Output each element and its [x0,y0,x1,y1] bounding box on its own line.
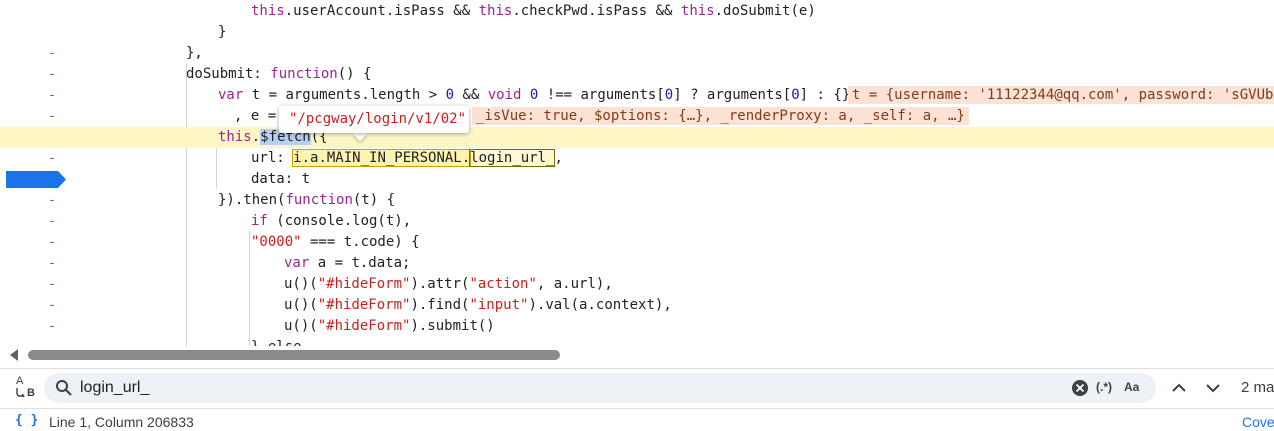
horizontal-scrollbar[interactable] [0,346,1274,364]
paused-code-line[interactable]: - this.$fetch({ [0,127,1274,229]
coverage-link[interactable]: Cove [1242,414,1274,430]
replace-arrow-icon [16,388,25,397]
code-line[interactable]: - }, [0,43,1274,103]
code-line[interactable]: } else [0,337,1274,346]
code-editor[interactable]: - this.userAccount.isPass && this.checkP… [0,0,1274,346]
code-line[interactable]: - var t = arguments.length > 0 && void 0… [0,85,1274,145]
case-sensitive-toggle-button[interactable]: Aa [1124,380,1139,394]
search-icon [56,380,72,396]
code-text: this.userAccount.isPass && this.checkPwd… [251,3,816,19]
code-line[interactable]: - , e = _isVue: true, $options: {…}, _re… [0,106,1274,166]
search-field[interactable]: (.*) Aa [44,373,1156,403]
search-match-highlight: login_url_ [469,149,556,167]
next-match-chevron-down-icon[interactable] [1205,380,1221,396]
code-text: } [218,24,227,40]
match-case-b-icon: B [27,387,35,399]
match-count: 2 ma [1241,379,1274,396]
code-text: "0000" === t.code) { [251,234,420,250]
code-text: var t = arguments.length > 0 && void 0 !… [218,87,851,103]
code-line[interactable]: - } [0,22,1274,82]
code-text: u()("#hideForm").find("input").val(a.con… [284,297,672,313]
scroll-left-arrow-icon[interactable] [10,349,18,361]
replace-toggle-button[interactable]: A B [14,375,38,401]
code-line[interactable]: - var a = t.data; [0,253,1274,313]
code-line[interactable]: - url: i.a.MAIN_IN_PERSONAL.login_url_, [0,148,1274,208]
code-line[interactable]: - }).then(function(t) { [0,190,1274,250]
code-text: } else [251,337,302,346]
hover-value-tooltip: "/pcgway/login/v1/02" [279,106,469,133]
code-text: if (console.log(t), [251,213,412,229]
match-case-a-icon: A [16,375,24,387]
inline-variable-value: _isVue: true, $options: {…}, _renderProx… [472,107,969,125]
code-text: , e = [234,108,277,124]
inline-variable-value: t = {username: '11122344@qq.com', passwo… [848,86,1274,104]
scrollbar-thumb[interactable] [28,350,560,360]
code-line[interactable]: - this.userAccount.isPass && this.checkP… [0,1,1274,61]
code-text: url: i.a.MAIN_IN_PERSONAL.login_url_, [251,149,563,167]
code-text: u()("#hideForm").submit() [284,318,495,334]
pretty-print-braces-icon[interactable]: { } [15,413,38,428]
code-text: }).then(function(t) { [218,192,396,208]
code-text: u()("#hideForm").attr("action", a.url), [284,276,613,292]
search-bar: A B (.*) Aa 2 ma [0,368,1274,407]
search-input[interactable] [80,378,980,398]
code-line[interactable]: - doSubmit: function() { [0,64,1274,124]
code-text: data: t [251,171,311,187]
previous-match-chevron-up-icon[interactable] [1171,380,1187,396]
regex-toggle-button[interactable]: (.*) [1096,380,1112,394]
code-text: doSubmit: function() { [186,66,372,82]
code-line[interactable]: - "0000" === t.code) { [0,232,1274,292]
clear-search-icon[interactable] [1071,379,1089,397]
code-text: }, [186,45,203,61]
code-line[interactable]: - u()("#hideForm").find("input").val(a.c… [0,295,1274,346]
code-line[interactable]: - data: t [0,169,1274,229]
code-text: var a = t.data; [284,255,411,271]
code-line[interactable]: - if (console.log(t), [0,211,1274,271]
code-line[interactable]: - u()("#hideForm").submit() [0,316,1274,337]
status-bar: { } Line 1, Column 206833 Cove [0,408,1274,431]
cursor-position: Line 1, Column 206833 [49,414,194,430]
code-line[interactable]: - u()("#hideForm").attr("action", a.url)… [0,274,1274,334]
hover-expression-highlight: i.a.MAIN_IN_PERSONAL. [292,149,472,167]
